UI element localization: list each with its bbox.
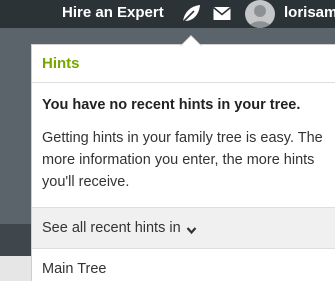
popover-caret <box>181 36 201 46</box>
empty-state-text: Getting hints in your family tree is eas… <box>42 130 323 190</box>
empty-state-heading: You have no recent hints in your tree. <box>42 97 301 113</box>
popover-title: Hints <box>42 55 80 72</box>
see-all-hints-dropdown[interactable]: See all recent hints in <box>32 207 335 249</box>
hire-an-expert-link[interactable]: Hire an Expert <box>62 4 164 21</box>
envelope-icon[interactable] <box>212 6 232 21</box>
username-link[interactable]: lorisam <box>284 4 335 21</box>
chevron-down-icon[interactable] <box>186 223 197 235</box>
hints-popover: Hints You have no recent hints in your t… <box>31 44 335 281</box>
popover-divider <box>32 82 335 83</box>
leaf-icon[interactable] <box>180 3 202 25</box>
avatar[interactable] <box>245 0 275 28</box>
tree-option-main-tree[interactable]: Main Tree <box>42 261 106 277</box>
see-all-hints-label[interactable]: See all recent hints in <box>42 220 181 236</box>
